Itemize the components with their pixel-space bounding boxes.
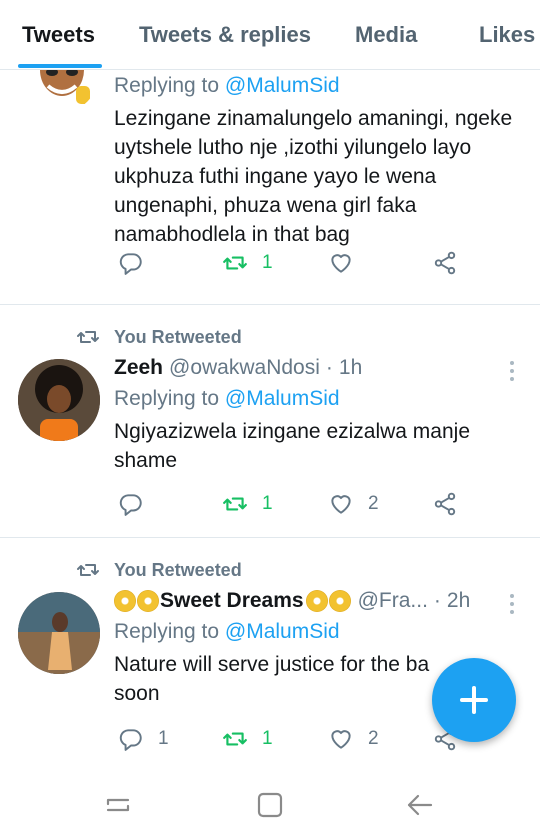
timestamp: 1h: [338, 356, 363, 379]
tweet-actions: 1 1 2: [114, 726, 474, 758]
share-button[interactable]: [432, 491, 458, 517]
user-handle[interactable]: @Fra...: [358, 589, 428, 613]
share-button[interactable]: [432, 250, 458, 276]
home-icon: [257, 792, 283, 818]
reply-button[interactable]: [118, 250, 144, 276]
replying-to: Replying to @MalumSid: [114, 70, 516, 102]
recent-apps-button[interactable]: [98, 788, 138, 822]
compose-plus-icon: [460, 686, 488, 714]
share-icon: [434, 492, 456, 516]
emoji-icon: [114, 590, 136, 612]
timestamp: 2h: [446, 589, 471, 612]
compose-tweet-button[interactable]: [432, 658, 516, 742]
retweeted-indicator: You Retweeted: [76, 558, 242, 582]
avatar[interactable]: [26, 70, 98, 112]
retweet-icon: [223, 256, 247, 270]
tweet-actions: 1: [114, 250, 474, 282]
retweet-count: 1: [262, 728, 273, 749]
retweet-button[interactable]: 1: [222, 726, 273, 752]
retweeted-label: You Retweeted: [114, 559, 242, 580]
retweet-icon: [77, 331, 99, 343]
retweet-icon: [77, 564, 99, 576]
replying-to-label: Replying to: [114, 387, 220, 410]
more-options-icon[interactable]: [510, 361, 516, 381]
tweet-text: Lezingane zinamalungelo amaningi, ngeke …: [114, 107, 513, 246]
reply-icon: [119, 253, 142, 275]
mention-link[interactable]: @MalumSid: [225, 74, 340, 97]
retweet-icon: [223, 732, 247, 746]
recent-apps-icon: [106, 798, 130, 812]
reply-button[interactable]: [118, 491, 144, 517]
reply-icon: [119, 729, 142, 751]
tab-tweets-and-replies[interactable]: Tweets & replies: [139, 22, 311, 48]
avatar-emoji-image: [40, 70, 90, 104]
tweet-item[interactable]: Replying to @MalumSid Lezingane zinamalu…: [0, 70, 540, 305]
like-count: 2: [368, 493, 379, 514]
replying-to-label: Replying to: [114, 74, 220, 97]
tweet-header: Zeeh @owakwaNdosi · 1h: [114, 353, 516, 383]
tab-media[interactable]: Media: [355, 22, 417, 48]
separator-dot: ·: [325, 356, 333, 379]
retweet-count: 1: [262, 493, 273, 514]
reply-button[interactable]: 1: [118, 726, 169, 752]
more-options-icon[interactable]: [510, 594, 516, 614]
user-handle[interactable]: @owakwaNdosi: [169, 356, 320, 380]
mention-link[interactable]: @MalumSid: [225, 620, 340, 643]
emoji-icon: [137, 590, 159, 612]
system-navigation-bar: [0, 770, 540, 838]
retweet-button[interactable]: 1: [222, 250, 273, 276]
tweet-item[interactable]: You Retweeted Zeeh @owakwaNdosi · 1h Rep…: [0, 305, 540, 538]
tweet-text: Ngiyazizwela izingane ezizalwa manje sha…: [114, 420, 471, 472]
tab-likes[interactable]: Likes: [479, 22, 535, 48]
heart-icon: [331, 495, 351, 514]
mention-link[interactable]: @MalumSid: [225, 387, 340, 410]
tweet-actions: 1 2: [114, 491, 474, 523]
display-name[interactable]: Sweet Dreams: [160, 589, 304, 613]
reply-count: 1: [158, 728, 169, 749]
retweeted-label: You Retweeted: [114, 326, 242, 347]
active-tab-indicator: [18, 64, 102, 68]
avatar-photo: [18, 359, 100, 441]
like-button[interactable]: 2: [328, 491, 379, 517]
retweet-icon: [223, 497, 247, 511]
display-name[interactable]: Zeeh: [114, 356, 163, 380]
profile-tabs: Tweets Tweets & replies Media Likes: [0, 0, 540, 70]
back-icon: [407, 794, 433, 816]
avatar[interactable]: [18, 359, 100, 441]
avatar-photo: [18, 592, 100, 674]
separator-dot: ·: [433, 589, 441, 612]
retweeted-indicator: You Retweeted: [76, 325, 242, 349]
like-button[interactable]: [328, 250, 354, 276]
back-button[interactable]: [400, 788, 440, 822]
emoji-icon: [305, 590, 328, 612]
like-count: 2: [368, 728, 379, 749]
replying-to-label: Replying to: [114, 620, 220, 643]
heart-icon: [331, 254, 351, 273]
tweet-header: Sweet Dreams @Fra... · 2h: [114, 586, 516, 616]
tab-tweets[interactable]: Tweets: [22, 22, 95, 48]
replying-to: Replying to @MalumSid: [114, 383, 516, 415]
emoji-icon: [328, 590, 351, 612]
replying-to: Replying to @MalumSid: [114, 616, 516, 648]
reply-icon: [119, 494, 142, 516]
heart-icon: [331, 730, 351, 749]
retweet-count: 1: [262, 252, 273, 273]
share-icon: [434, 251, 456, 275]
avatar[interactable]: [18, 592, 100, 674]
like-button[interactable]: 2: [328, 726, 379, 752]
retweet-button[interactable]: 1: [222, 491, 273, 517]
home-button[interactable]: [250, 788, 290, 822]
